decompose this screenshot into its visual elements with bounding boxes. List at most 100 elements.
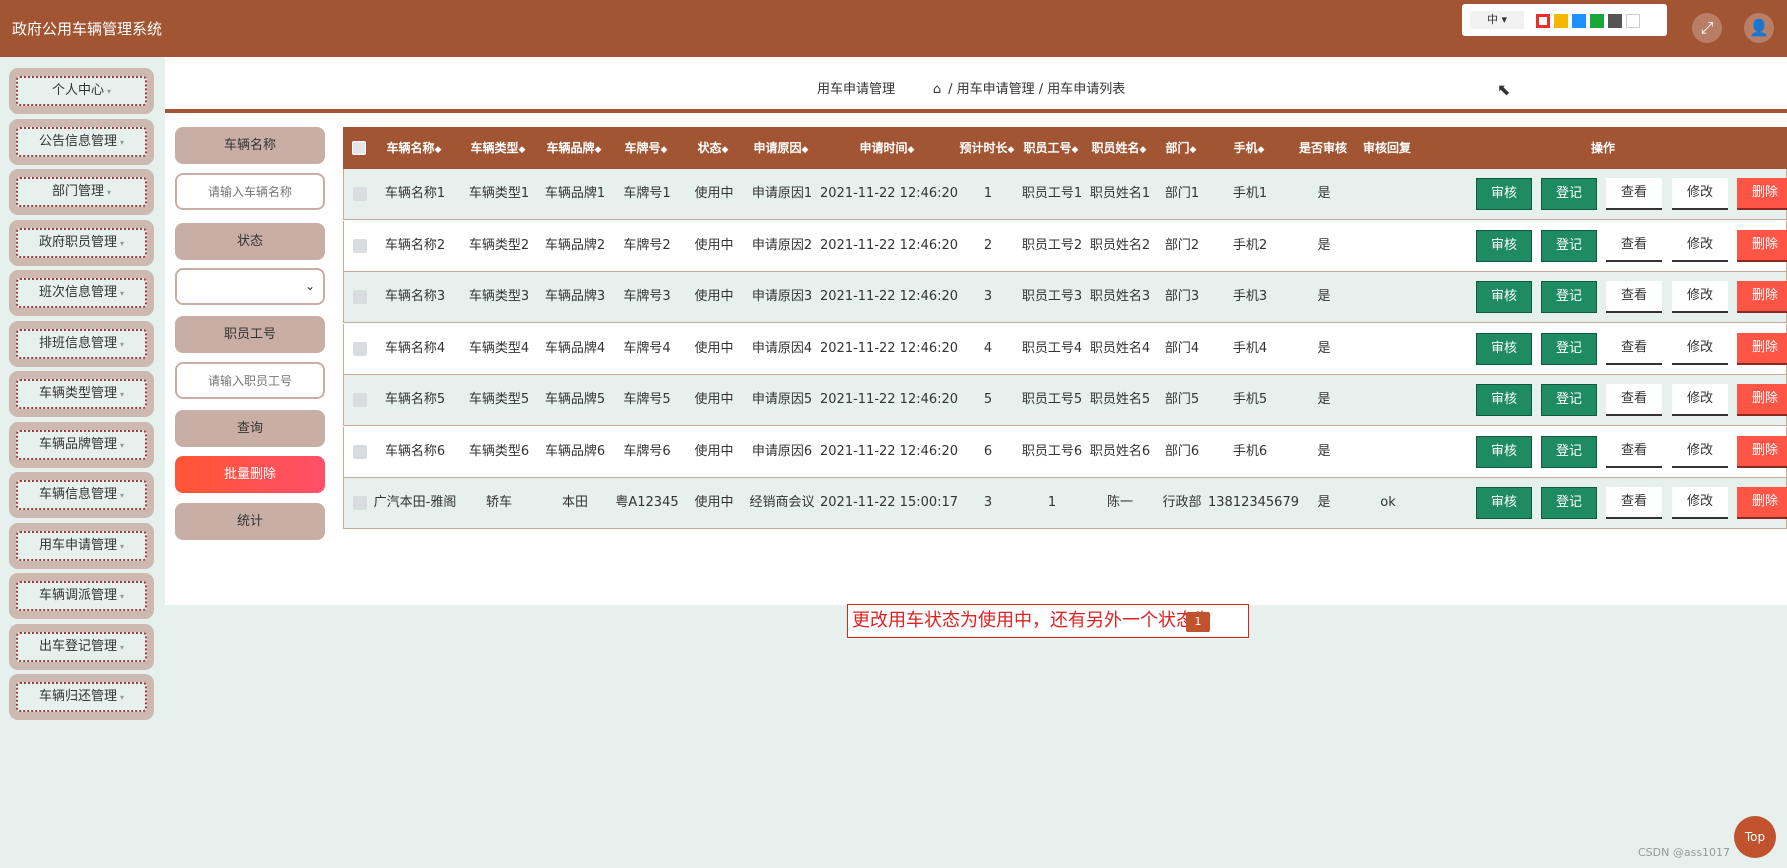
column-header[interactable]: 车牌号◆ [609, 127, 683, 169]
fullscreen-icon[interactable]: ⤢ [1692, 13, 1722, 43]
column-header[interactable]: 车辆类型◆ [457, 127, 539, 169]
theme-swatch[interactable] [1626, 14, 1640, 28]
register-button[interactable]: 登记 [1541, 384, 1597, 416]
register-button[interactable]: 登记 [1541, 178, 1597, 210]
sidebar-item[interactable]: 部门管理 ▾ [9, 169, 154, 215]
review-button[interactable]: 审核 [1476, 487, 1532, 519]
view-button[interactable]: 查看 [1606, 332, 1662, 365]
sidebar-item[interactable]: 车辆类型管理 ▾ [9, 371, 154, 417]
column-header[interactable]: 车辆名称◆ [371, 127, 457, 169]
column-header[interactable]: 手机◆ [1207, 127, 1291, 169]
pager-page-number[interactable]: 1 [1186, 612, 1210, 632]
column-header[interactable]: 申请原因◆ [743, 127, 819, 169]
row-checkbox[interactable] [353, 496, 367, 510]
column-header[interactable]: 职员姓名◆ [1083, 127, 1155, 169]
sort-icon[interactable]: ◆ [908, 145, 915, 155]
edit-button[interactable]: 修改 [1672, 332, 1728, 365]
column-header[interactable]: 状态◆ [683, 127, 743, 169]
sidebar-item[interactable]: 出车登记管理 ▾ [9, 623, 154, 670]
column-header-text: 操作 [1590, 141, 1615, 155]
stats-button[interactable]: 统计 [175, 503, 325, 540]
row-checkbox[interactable] [353, 187, 367, 201]
theme-swatch[interactable] [1608, 14, 1622, 28]
register-button[interactable]: 登记 [1541, 435, 1597, 468]
theme-swatch[interactable] [1554, 14, 1568, 28]
delete-button[interactable]: 删除 [1737, 487, 1787, 519]
sort-icon[interactable]: ◆ [1140, 145, 1147, 155]
edit-button[interactable]: 修改 [1672, 229, 1728, 262]
register-button[interactable]: 登记 [1541, 332, 1597, 365]
review-button[interactable]: 审核 [1476, 178, 1532, 210]
review-button[interactable]: 审核 [1476, 384, 1532, 416]
edit-button[interactable]: 修改 [1672, 384, 1728, 416]
delete-button[interactable]: 删除 [1737, 281, 1787, 313]
sort-icon[interactable]: ◆ [435, 145, 442, 155]
edit-button[interactable]: 修改 [1672, 281, 1728, 313]
row-checkbox[interactable] [353, 444, 367, 459]
column-header[interactable]: 职员工号◆ [1019, 127, 1083, 169]
row-checkbox[interactable] [353, 290, 367, 304]
sidebar-item[interactable]: 政府职员管理 ▾ [9, 219, 154, 266]
delete-button[interactable]: 删除 [1737, 178, 1787, 210]
sort-icon[interactable]: ◆ [519, 145, 526, 155]
register-button[interactable]: 登记 [1541, 229, 1597, 262]
column-header[interactable]: 预计时长◆ [955, 127, 1019, 169]
delete-button[interactable]: 删除 [1737, 435, 1787, 468]
review-button[interactable]: 审核 [1476, 229, 1532, 262]
delete-button[interactable]: 删除 [1737, 332, 1787, 365]
staff-id-input[interactable] [175, 362, 325, 399]
sort-icon[interactable]: ◆ [595, 145, 602, 155]
status-select[interactable]: ⌄ [175, 268, 325, 305]
row-checkbox[interactable] [353, 341, 367, 356]
sidebar-item[interactable]: 排班信息管理 ▾ [9, 320, 154, 367]
row-checkbox[interactable] [353, 238, 367, 253]
back-to-top-button[interactable]: Top [1734, 816, 1776, 858]
register-button[interactable]: 登记 [1541, 281, 1597, 313]
vehicle-name-input[interactable] [175, 173, 325, 210]
delete-button[interactable]: 删除 [1737, 384, 1787, 416]
view-button[interactable]: 查看 [1606, 229, 1662, 262]
sort-icon[interactable]: ◆ [802, 145, 809, 155]
batch-delete-button[interactable]: 批量删除 [175, 456, 325, 493]
view-button[interactable]: 查看 [1606, 384, 1662, 416]
view-button[interactable]: 查看 [1606, 281, 1662, 313]
sidebar-item[interactable]: 车辆调派管理 ▾ [9, 573, 154, 619]
sort-icon[interactable]: ◆ [661, 145, 668, 155]
edit-button[interactable]: 修改 [1672, 487, 1728, 519]
column-header[interactable]: 车辆品牌◆ [539, 127, 609, 169]
sidebar-item[interactable]: 车辆归还管理 ▾ [9, 674, 154, 720]
select-all-checkbox[interactable] [352, 141, 366, 155]
review-button[interactable]: 审核 [1476, 435, 1532, 468]
edit-button[interactable]: 修改 [1672, 178, 1728, 210]
language-dropdown[interactable]: 中 ▾ [1470, 11, 1524, 29]
query-button[interactable]: 查询 [175, 410, 325, 447]
review-button[interactable]: 审核 [1476, 332, 1532, 365]
view-button[interactable]: 查看 [1606, 487, 1662, 519]
view-button[interactable]: 查看 [1606, 178, 1662, 210]
sidebar-item[interactable]: 车辆信息管理 ▾ [9, 472, 154, 518]
sort-icon[interactable]: ◆ [1008, 145, 1015, 155]
sort-icon[interactable]: ◆ [1072, 145, 1079, 155]
sidebar-item[interactable]: 个人中心 ▾ [9, 68, 154, 114]
user-avatar-icon[interactable]: 👤 [1744, 13, 1774, 43]
column-header[interactable]: 部门◆ [1155, 127, 1207, 169]
theme-swatch[interactable] [1590, 14, 1604, 28]
register-button[interactable]: 登记 [1541, 487, 1597, 519]
sort-icon[interactable]: ◆ [1190, 145, 1197, 155]
sort-icon[interactable]: ◆ [1258, 145, 1265, 155]
column-header[interactable]: 是否审核 [1291, 127, 1355, 169]
theme-swatch[interactable] [1572, 14, 1586, 28]
delete-button[interactable]: 删除 [1737, 229, 1787, 262]
view-button[interactable]: 查看 [1606, 435, 1662, 468]
row-checkbox[interactable] [353, 393, 367, 407]
sidebar-item[interactable]: 用车申请管理 ▾ [9, 522, 154, 569]
sidebar-item[interactable]: 车辆品牌管理 ▾ [9, 421, 154, 468]
sidebar-item[interactable]: 公告信息管理 ▾ [9, 118, 154, 165]
sort-icon[interactable]: ◆ [722, 145, 729, 155]
review-button[interactable]: 审核 [1476, 281, 1532, 313]
theme-swatch[interactable] [1536, 14, 1550, 28]
home-icon[interactable]: ⌂ [930, 82, 944, 97]
edit-button[interactable]: 修改 [1672, 435, 1728, 468]
sidebar-item[interactable]: 班次信息管理 ▾ [9, 270, 154, 316]
column-header[interactable]: 申请时间◆ [819, 127, 955, 169]
